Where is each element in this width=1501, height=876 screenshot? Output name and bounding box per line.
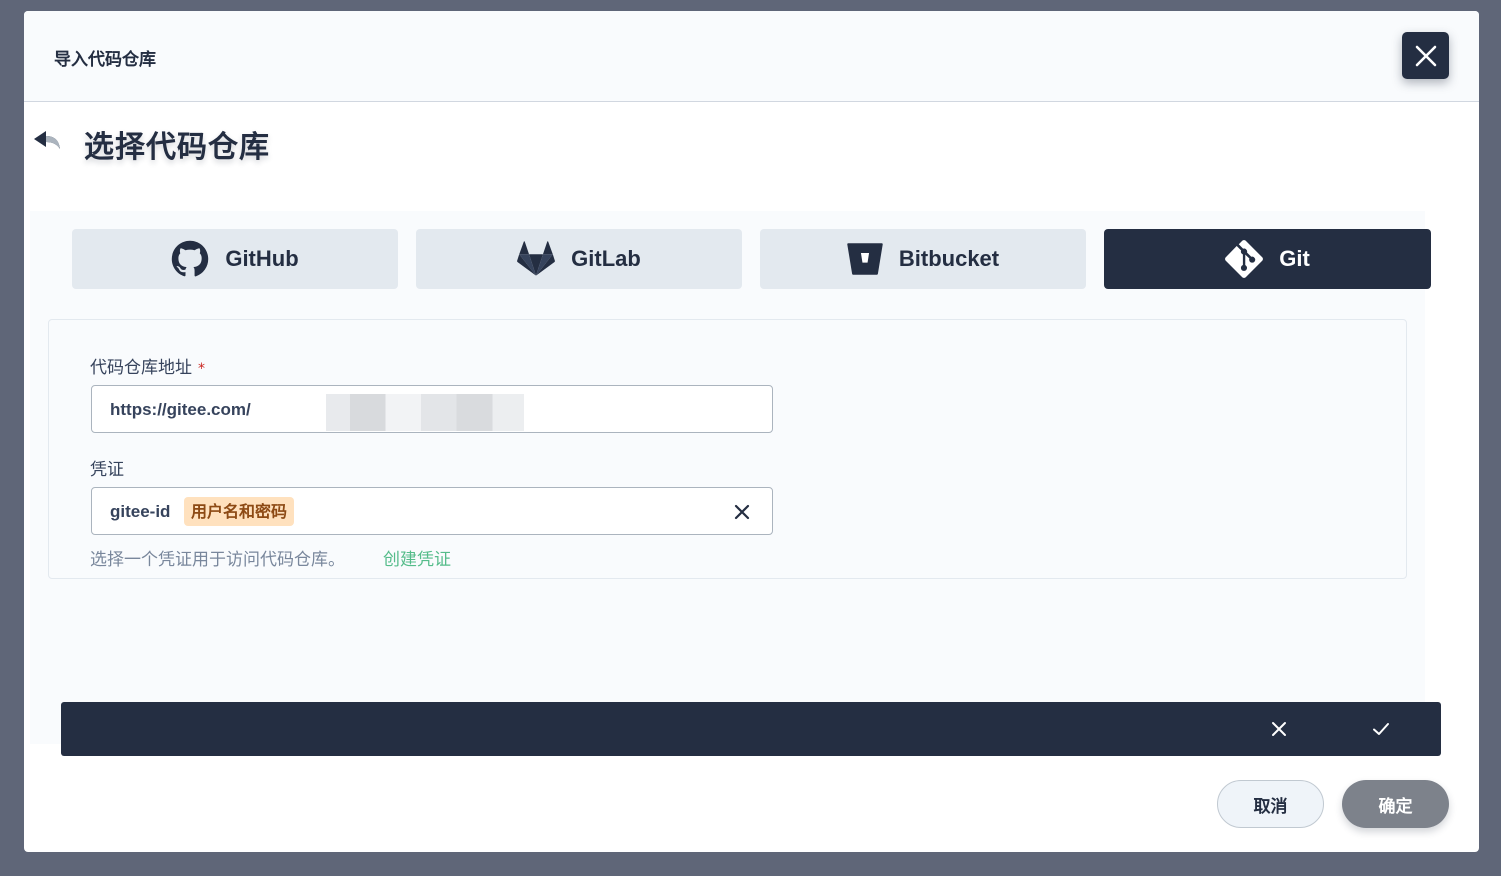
- credential-label: 凭证: [90, 460, 124, 480]
- tab-label: Git: [1279, 246, 1310, 271]
- tab-bitbucket[interactable]: Bitbucket: [760, 229, 1086, 289]
- github-icon: [172, 240, 209, 277]
- modal-title: 导入代码仓库: [54, 50, 156, 70]
- create-credential-link[interactable]: 创建凭证: [383, 545, 451, 570]
- clear-icon[interactable]: [732, 502, 752, 522]
- gitlab-icon: [517, 241, 556, 276]
- back-button[interactable]: [32, 127, 64, 157]
- page-title: 选择代码仓库: [84, 130, 270, 165]
- check-icon[interactable]: [1371, 719, 1391, 739]
- git-icon: [1225, 240, 1264, 278]
- cancel-button[interactable]: 取消: [1217, 780, 1324, 828]
- tab-label: GitLab: [571, 246, 641, 271]
- required-mark: *: [198, 361, 205, 377]
- close-icon: [1415, 45, 1436, 66]
- repo-url-value: https://gitee.com/: [110, 400, 251, 419]
- ok-button[interactable]: 确定: [1342, 780, 1449, 828]
- tab-github[interactable]: GitHub: [72, 229, 398, 289]
- repo-url-label: 代码仓库地址 *: [90, 353, 205, 378]
- form-card: [48, 319, 1407, 579]
- redacted-region: [326, 394, 524, 431]
- repo-url-input[interactable]: https://gitee.com/: [91, 385, 773, 433]
- modal-header: 导入代码仓库: [24, 11, 1479, 102]
- credential-hint: 选择一个凭证用于访问代码仓库。: [90, 550, 345, 570]
- tab-git[interactable]: Git: [1104, 229, 1431, 289]
- bitbucket-icon: [847, 243, 883, 275]
- cancel-icon[interactable]: [1269, 719, 1289, 739]
- tab-gitlab[interactable]: GitLab: [416, 229, 742, 289]
- credential-select[interactable]: gitee-id 用户名和密码: [91, 487, 773, 535]
- credential-value: gitee-id: [110, 502, 171, 521]
- tab-label: Bitbucket: [898, 246, 1000, 271]
- credential-type-tag: 用户名和密码: [184, 497, 295, 526]
- repo-url-label-text: 代码仓库地址: [90, 358, 192, 378]
- back-arrow-icon: [34, 131, 60, 149]
- inline-confirm-bar: [61, 702, 1441, 756]
- close-button[interactable]: [1402, 32, 1449, 79]
- tab-label: GitHub: [225, 246, 299, 271]
